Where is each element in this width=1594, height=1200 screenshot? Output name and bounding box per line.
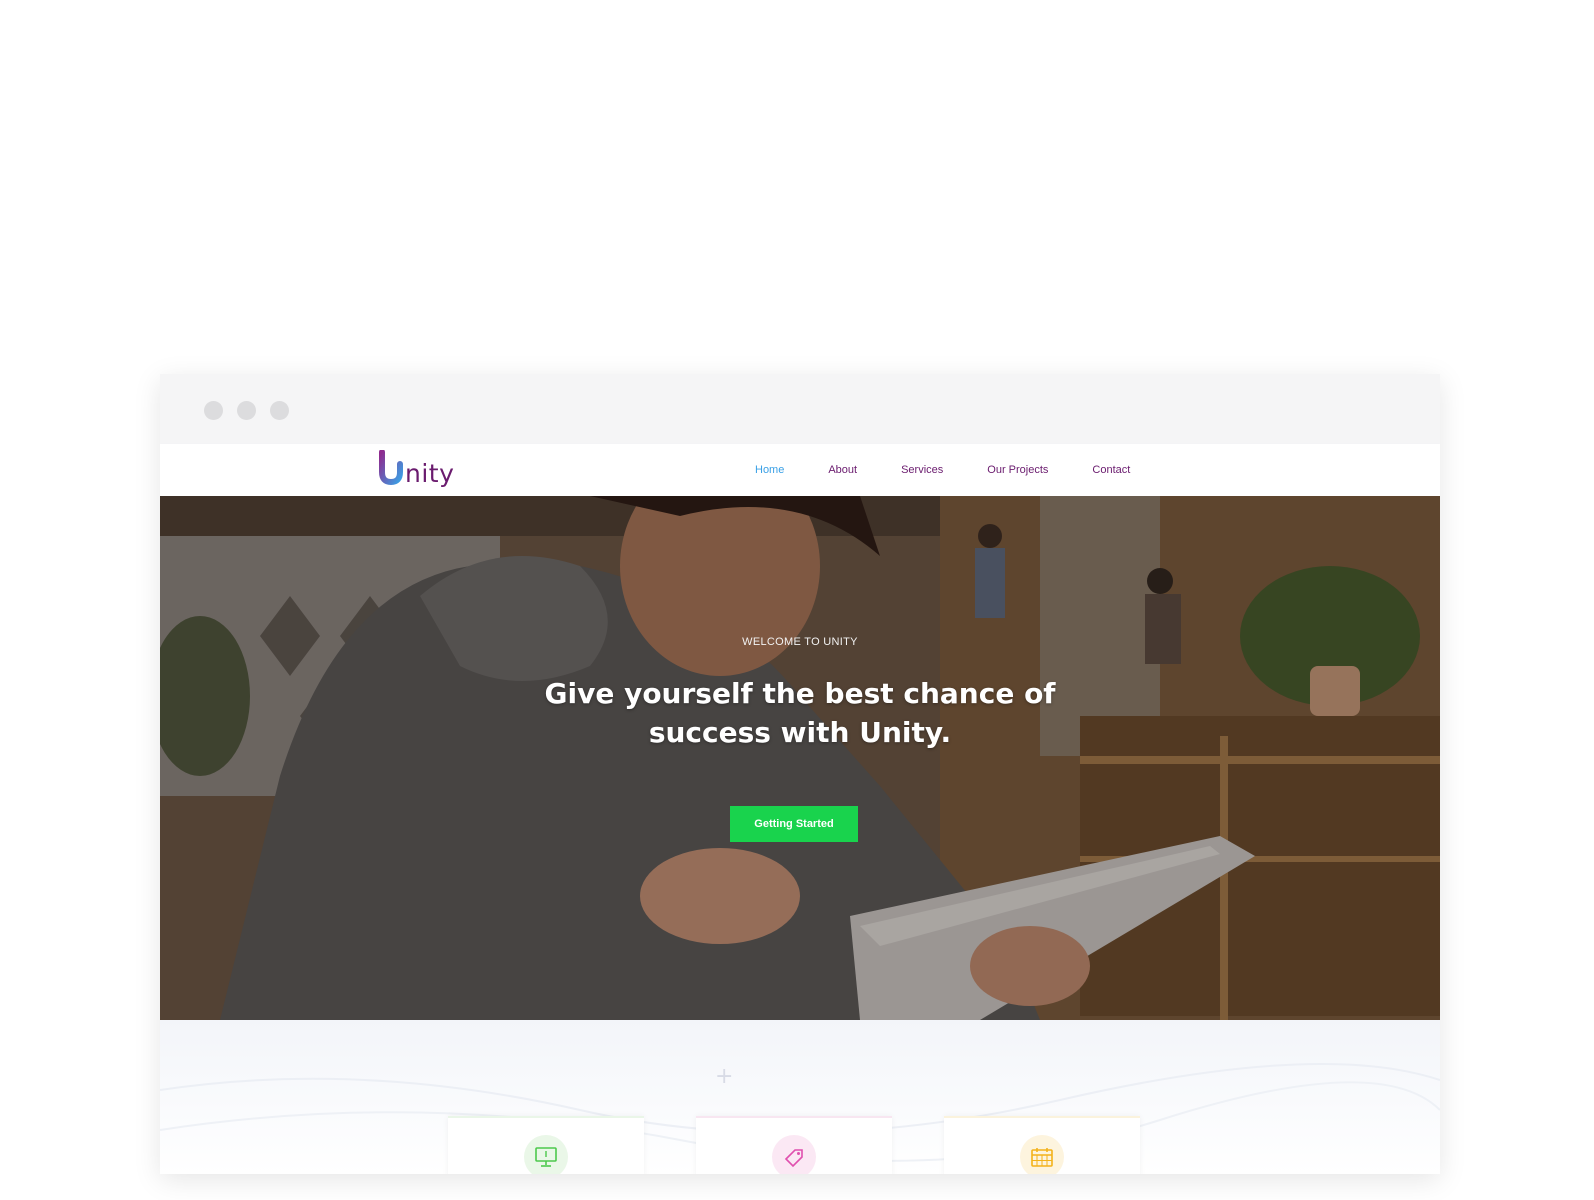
hero-headline-line-2: success with Unity. [648,716,952,749]
tag-icon [772,1135,816,1174]
monitor-icon [524,1135,568,1174]
hero-eyebrow: WELCOME TO UNITY [742,636,858,648]
hero-headline: Give yourself the best chance of success… [500,674,1100,752]
hero-content: WELCOME TO UNITY Give yourself the best … [160,496,1440,1020]
window-chrome [160,374,1440,444]
nav-item-home[interactable]: Home [755,464,784,476]
feature-card-3[interactable] [944,1116,1140,1174]
site-navbar: nity Home About Services Our Projects Co… [160,444,1440,496]
nav-item-services[interactable]: Services [901,464,943,476]
logo-text: nity [405,459,455,488]
logo-u-mark-icon [379,450,403,486]
site-logo[interactable]: nity [378,444,454,496]
calendar-icon [1020,1135,1064,1174]
features-section: + [160,1020,1440,1174]
decorative-plus-icon: + [715,1064,734,1089]
feature-card-1[interactable] [448,1116,644,1174]
hero-headline-line-1: Give yourself the best chance of [544,677,1056,710]
getting-started-button[interactable]: Getting Started [730,806,858,842]
window-close-button[interactable] [204,401,223,420]
feature-card-2[interactable] [696,1116,892,1174]
hero-section: WELCOME TO UNITY Give yourself the best … [160,496,1440,1020]
window-minimize-button[interactable] [237,401,256,420]
nav-item-contact[interactable]: Contact [1092,464,1130,476]
window-maximize-button[interactable] [270,401,289,420]
nav-item-our-projects[interactable]: Our Projects [987,464,1048,476]
main-nav: Home About Services Our Projects Contact [755,444,1174,496]
browser-window: nity Home About Services Our Projects Co… [160,374,1440,1174]
nav-item-about[interactable]: About [828,464,857,476]
